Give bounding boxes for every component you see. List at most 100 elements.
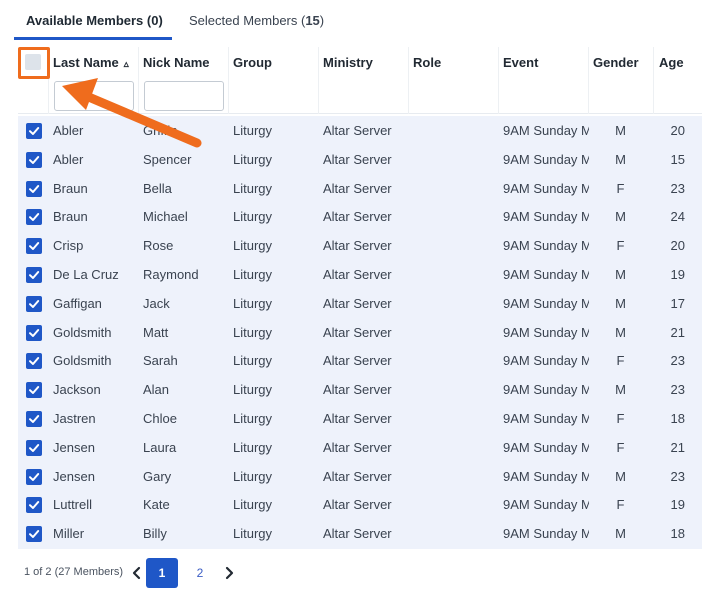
row-checkbox[interactable] (26, 209, 42, 226)
row-checkbox[interactable] (26, 151, 42, 168)
table-row[interactable]: Miller Billy Liturgy Altar Server 9AM Sunday… (18, 519, 702, 548)
row-checkbox[interactable] (26, 267, 42, 283)
cell-last-name: Jensen (53, 468, 95, 484)
cell-ministry: Altar Server (323, 151, 392, 167)
row-checkbox[interactable] (26, 439, 42, 456)
cell-last-name: Braun (53, 209, 88, 225)
cell-nick-name: Michael (143, 209, 188, 225)
cell-last-name: Abler (53, 123, 84, 138)
cell-ministry: Altar Server (323, 324, 392, 340)
nick-name-filter-input[interactable] (144, 81, 224, 111)
cell-nick-name: Laura (143, 439, 177, 455)
cell-nick-name: Alan (143, 382, 170, 398)
column-header-age[interactable]: Age (659, 55, 684, 70)
tab-selected-members[interactable]: Selected Members (15) (189, 13, 324, 28)
table-row[interactable]: Braun Bella Liturgy Altar Server 9AM Sunday … (18, 174, 702, 203)
row-checkbox[interactable] (26, 411, 42, 427)
column-header-ministry[interactable]: Ministry (323, 55, 373, 70)
cell-ministry: Altar Server (323, 382, 392, 398)
checkmark-icon (29, 242, 40, 251)
grid-body: Abler Griffin Liturgy Altar Server 9AM Sunda… (18, 116, 702, 549)
cell-gender: M (615, 267, 626, 282)
last-name-filter-input[interactable] (54, 81, 134, 111)
cell-age: 17 (670, 295, 685, 311)
tab-available-members[interactable]: Available Members (0) (14, 13, 172, 40)
table-row[interactable]: Jensen Laura Liturgy Altar Server 9AM Sunday… (18, 433, 702, 462)
table-row[interactable]: Goldsmith Matt Liturgy Altar Server 9AM Sund… (18, 318, 702, 347)
tab-selected-count: 15 (305, 13, 320, 28)
row-checkbox[interactable] (26, 295, 42, 312)
cell-last-name: Gaffigan (53, 295, 102, 311)
checkmark-icon (29, 443, 40, 452)
cell-age: 19 (670, 267, 685, 282)
cell-gender: F (616, 411, 625, 426)
cell-group: Liturgy (233, 411, 273, 426)
column-divider (318, 47, 319, 114)
cell-event: 9AM Sunday Mass (503, 324, 589, 340)
table-row[interactable]: Luttrell Kate Liturgy Altar Server 9AM Sunda… (18, 490, 702, 519)
cell-age: 21 (670, 324, 685, 340)
cell-last-name: Goldsmith (53, 324, 112, 340)
column-header-nick-name[interactable]: Nick Name (143, 55, 209, 70)
row-checkbox[interactable] (26, 526, 42, 543)
table-row[interactable]: Gaffigan Jack Liturgy Altar Server 9AM Sunda… (18, 289, 702, 318)
cell-age: 15 (670, 151, 685, 167)
table-row[interactable]: Abler Spencer Liturgy Altar Server 9AM Sunda… (18, 145, 702, 174)
cell-age: 20 (670, 238, 685, 254)
cell-last-name: Goldsmith (53, 353, 112, 369)
row-checkbox[interactable] (26, 180, 42, 197)
chevron-left-icon[interactable] (130, 565, 144, 581)
cell-group: Liturgy (233, 353, 273, 369)
row-checkbox[interactable] (26, 123, 42, 139)
column-header-gender[interactable]: Gender (593, 55, 639, 70)
table-row[interactable]: Jackson Alan Liturgy Altar Server 9AM Sunday… (18, 375, 702, 404)
cell-group: Liturgy (233, 439, 273, 455)
cell-group: Liturgy (233, 324, 273, 340)
column-header-group[interactable]: Group (233, 55, 272, 70)
row-checkbox[interactable] (26, 324, 42, 341)
cell-nick-name: Kate (143, 497, 170, 513)
table-row[interactable]: Crisp Rose Liturgy Altar Server 9AM Sunday M… (18, 231, 702, 260)
checkmark-icon (29, 530, 40, 539)
row-checkbox[interactable] (26, 353, 42, 370)
table-row[interactable]: Braun Michael Liturgy Altar Server 9AM Sunda… (18, 202, 702, 231)
cell-ministry: Altar Server (323, 267, 392, 282)
cell-ministry: Altar Server (323, 238, 392, 254)
table-row[interactable]: De La Cruz Raymond Liturgy Altar Server 9AM … (18, 260, 702, 289)
members-grid: Last Name ▵ Nick Name Group Ministry Role… (18, 47, 702, 549)
column-divider (653, 47, 654, 114)
table-row[interactable]: Abler Griffin Liturgy Altar Server 9AM Sunda… (18, 116, 702, 145)
table-row[interactable]: Jastren Chloe Liturgy Altar Server 9AM Sunda… (18, 404, 702, 433)
cell-nick-name: Spencer (143, 151, 192, 167)
cell-gender: M (615, 123, 626, 138)
cell-age: 23 (670, 468, 685, 484)
active-tab-indicator (14, 37, 172, 40)
table-row[interactable]: Jensen Gary Liturgy Altar Server 9AM Sunday … (18, 462, 702, 491)
chevron-right-icon[interactable] (222, 565, 236, 581)
tab-selected-suffix: ) (319, 13, 325, 28)
row-checkbox[interactable] (26, 382, 42, 399)
cell-ministry: Altar Server (323, 180, 392, 196)
row-checkbox[interactable] (26, 238, 42, 255)
row-checkbox[interactable] (26, 497, 42, 514)
page-2-button[interactable]: 2 (190, 558, 210, 588)
grid-header-row: Last Name ▵ Nick Name Group Ministry Role… (18, 47, 702, 77)
page-1-button[interactable]: 1 (146, 558, 178, 588)
cell-nick-name: Chloe (143, 411, 177, 426)
checkmark-icon (29, 415, 40, 423)
cell-age: 23 (670, 382, 685, 398)
cell-last-name: Jastren (53, 411, 96, 426)
cell-group: Liturgy (233, 497, 273, 513)
cell-last-name: Abler (53, 151, 84, 167)
cell-nick-name: Rose (143, 238, 174, 254)
cell-age: 20 (670, 123, 685, 138)
cell-age: 18 (670, 411, 685, 426)
cell-nick-name: Sarah (143, 353, 178, 369)
table-row[interactable]: Goldsmith Sarah Liturgy Altar Server 9AM Sun… (18, 346, 702, 375)
column-header-event[interactable]: Event (503, 55, 538, 70)
pagination: 1 of 2 (27 Members) 1 2 (24, 558, 324, 588)
column-header-last-name[interactable]: Last Name ▵ (53, 55, 129, 70)
row-checkbox[interactable] (26, 468, 42, 485)
column-header-role[interactable]: Role (413, 55, 441, 70)
checkmark-icon (29, 155, 40, 164)
